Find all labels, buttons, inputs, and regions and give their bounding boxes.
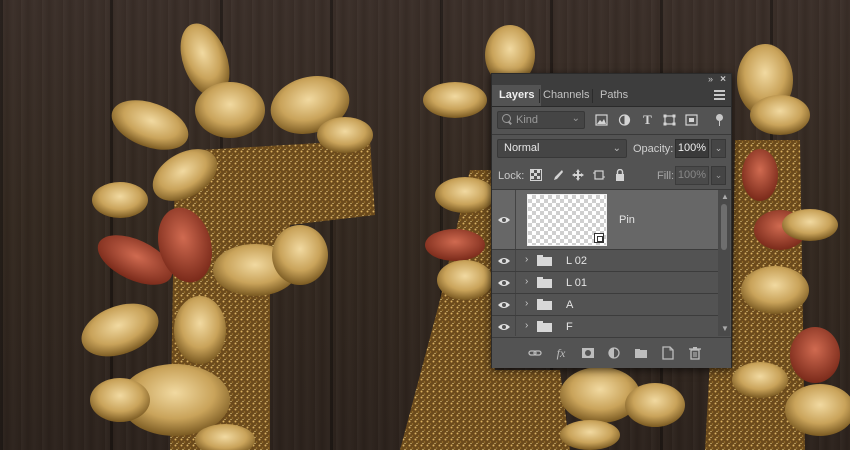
lock-label: Lock: xyxy=(498,170,525,182)
opacity-input[interactable]: 100% xyxy=(675,139,709,158)
folder-icon xyxy=(537,321,552,332)
eye-icon[interactable] xyxy=(498,301,510,309)
visibility-cell[interactable] xyxy=(492,250,516,271)
blend-mode-value: Normal xyxy=(504,142,540,154)
fill-dropdown-button[interactable]: ⌄ xyxy=(711,166,726,185)
filter-row: Kind ⌄ T xyxy=(492,108,731,132)
lock-transparent-pixels-icon[interactable] xyxy=(530,169,542,181)
fx-icon[interactable]: fx xyxy=(554,346,568,360)
layer-name: L 02 xyxy=(566,255,588,267)
eye-icon[interactable] xyxy=(498,279,510,287)
layer-name: A xyxy=(566,299,574,311)
double-chevron-right-icon[interactable]: » xyxy=(708,74,713,85)
expand-chevron-icon[interactable]: › xyxy=(525,298,528,309)
layer-row-pin[interactable]: Pin xyxy=(492,190,718,250)
panel-tabbar: Layers Channels Paths xyxy=(492,85,731,107)
filter-toggle-switch[interactable] xyxy=(716,114,723,126)
link-layers-icon[interactable] xyxy=(528,346,542,360)
expand-chevron-icon[interactable]: › xyxy=(525,254,528,265)
scroll-down-icon[interactable]: ▼ xyxy=(721,324,729,333)
tab-paths[interactable]: Paths xyxy=(593,85,635,106)
new-group-icon[interactable] xyxy=(634,346,648,360)
filter-kind-label: Kind xyxy=(516,114,539,126)
close-icon[interactable]: × xyxy=(720,74,726,85)
adjustment-layer-icon[interactable] xyxy=(607,346,621,360)
folder-icon xyxy=(537,299,552,310)
visibility-cell[interactable] xyxy=(492,190,516,249)
layers-list: Pin › L 02 › L 01 › A › F xyxy=(492,190,718,336)
tab-channels[interactable]: Channels xyxy=(536,85,596,106)
panel-bottom-bar: fx xyxy=(492,337,731,368)
new-layer-icon[interactable] xyxy=(661,346,675,360)
expand-chevron-icon[interactable]: › xyxy=(525,276,528,287)
lock-image-pixels-icon[interactable] xyxy=(551,169,563,181)
layer-thumbnail xyxy=(527,194,607,246)
lock-position-icon[interactable] xyxy=(572,169,584,181)
expand-chevron-icon[interactable]: › xyxy=(525,320,528,331)
layer-name: Pin xyxy=(619,214,635,226)
lock-artboard-icon[interactable] xyxy=(593,169,605,181)
layers-panel: » × Layers Channels Paths Kind ⌄ T Norma… xyxy=(491,73,732,368)
layer-row-f[interactable]: › F xyxy=(492,316,718,336)
trash-icon[interactable] xyxy=(688,346,702,360)
eye-icon[interactable] xyxy=(498,257,510,265)
layers-scrollbar[interactable]: ▲ ▼ xyxy=(718,190,730,336)
layer-row-l01[interactable]: › L 01 xyxy=(492,272,718,294)
lock-row: Lock: Fill: 100% ⌄ xyxy=(492,164,731,188)
chevron-down-icon: ⌄ xyxy=(571,113,580,124)
layer-row-a[interactable]: › A xyxy=(492,294,718,316)
layer-name: F xyxy=(566,321,573,333)
scroll-thumb[interactable] xyxy=(721,204,727,250)
chevron-down-icon: ⌄ xyxy=(612,143,621,154)
eye-icon[interactable] xyxy=(498,323,510,331)
shape-filter-icon[interactable] xyxy=(663,114,676,126)
lock-all-icon[interactable] xyxy=(614,168,626,181)
visibility-cell[interactable] xyxy=(492,294,516,315)
filter-kind-select[interactable]: Kind ⌄ xyxy=(497,111,585,129)
folder-icon xyxy=(537,255,552,266)
panel-titlebar[interactable]: » × xyxy=(492,74,731,85)
image-filter-icon[interactable] xyxy=(595,114,608,126)
scroll-up-icon[interactable]: ▲ xyxy=(721,192,729,201)
eye-icon[interactable] xyxy=(498,216,510,224)
fill-label: Fill: xyxy=(657,170,675,182)
panel-menu-icon[interactable] xyxy=(714,90,725,100)
blend-mode-select[interactable]: Normal ⌄ xyxy=(497,139,627,158)
layer-row-l02[interactable]: › L 02 xyxy=(492,250,718,272)
visibility-cell[interactable] xyxy=(492,272,516,293)
adjustment-filter-icon[interactable] xyxy=(618,114,631,126)
smart-object-badge-icon xyxy=(594,233,604,243)
tab-layers[interactable]: Layers xyxy=(492,85,542,106)
folder-icon xyxy=(537,277,552,288)
add-mask-icon[interactable] xyxy=(581,346,595,360)
layer-name: L 01 xyxy=(566,277,588,289)
divider xyxy=(492,134,731,135)
opacity-label: Opacity: xyxy=(633,143,674,155)
blend-row: Normal ⌄ Opacity: 100% ⌄ xyxy=(492,137,731,161)
opacity-dropdown-button[interactable]: ⌄ xyxy=(711,139,726,158)
smart-object-filter-icon[interactable] xyxy=(685,114,698,126)
visibility-cell[interactable] xyxy=(492,316,516,336)
type-filter-icon[interactable]: T xyxy=(641,113,654,126)
fill-input[interactable]: 100% xyxy=(675,166,709,185)
